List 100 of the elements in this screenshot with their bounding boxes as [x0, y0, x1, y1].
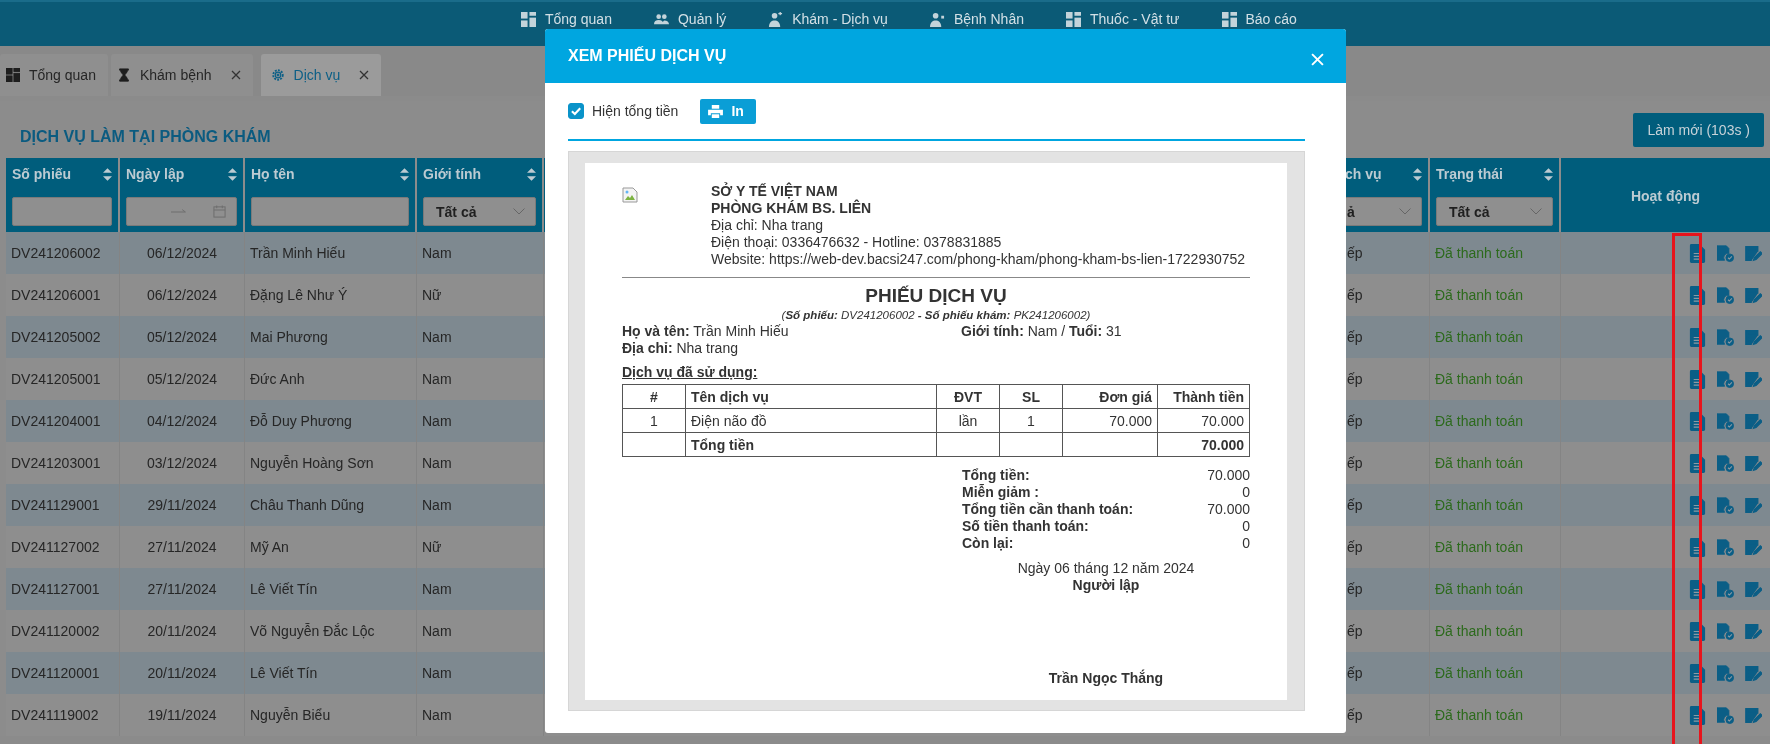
table-cell: Đã thanh toán	[1435, 581, 1523, 597]
table-cell: 05/12/2024	[146, 371, 218, 387]
table-cell: Nguyễn Biểu	[250, 707, 331, 723]
column-title: Số phiếu	[12, 166, 72, 182]
table-cell: 29/11/2024	[147, 497, 217, 513]
table-cell: DV241120001	[11, 665, 100, 681]
summary-label: Tổng tiền cần thanh toán:	[962, 501, 1134, 518]
table-cell: 27/11/2024	[147, 539, 217, 555]
table-cell: Trần Minh Hiếu	[250, 245, 346, 261]
table-cell: Mỹ An	[250, 539, 289, 555]
column-title: Họ tên	[251, 166, 295, 182]
column-title: Hoạt động	[1630, 188, 1701, 204]
table-cell: Đã thanh toán	[1435, 371, 1523, 387]
table-cell: DV241203001	[11, 455, 101, 471]
receipt-title: PHIẾU DỊCH VỤ	[864, 284, 1008, 307]
table-cell: 70.000	[1157, 432, 1250, 457]
table-cell: Nam	[422, 497, 452, 513]
letterhead-line: Điện thoại: 0336476632 - Hotline: 0378831885	[711, 234, 1003, 251]
table-cell: 19/11/2024	[147, 707, 217, 723]
summary-value: 70.000	[1207, 467, 1250, 484]
table-cell: ếp	[1347, 623, 1363, 639]
table-cell: Châu Thanh Dũng	[250, 497, 365, 513]
table-cell: ếp	[1347, 455, 1363, 471]
signer-title: Người lập	[1072, 577, 1140, 594]
table-header-cell: ĐVT	[936, 384, 1000, 409]
table-cell: 20/11/2024	[147, 623, 217, 639]
table-cell: Mai Phương	[250, 329, 328, 345]
table-cell: Nữ	[422, 287, 442, 303]
summary-value: 70.000	[1207, 501, 1250, 518]
table-cell: Nam	[422, 623, 452, 639]
summary-label: Tổng tiền:	[962, 467, 1030, 484]
table-cell: Nam	[422, 665, 452, 681]
summary-value: 0	[1242, 535, 1250, 552]
page-title: DỊCH VỤ LÀM TẠI PHÒNG KHÁM	[20, 127, 271, 146]
table-cell: Nguyễn Hoàng Sơn	[250, 455, 374, 471]
table-cell: Nam	[422, 245, 452, 261]
summary-value: 0	[1242, 518, 1250, 535]
table-cell: DV241206002	[11, 245, 101, 261]
table-cell: Nam	[422, 329, 452, 345]
gender-age: Giới tính: Nam / Tuổi: 31	[961, 323, 1122, 340]
table-header-cell: #	[622, 384, 686, 409]
table-cell: Điện não đồ	[685, 408, 937, 433]
table-cell: Đã thanh toán	[1435, 455, 1523, 471]
table-cell: ếp	[1347, 413, 1363, 429]
summary-label: Còn lại:	[962, 535, 1014, 552]
letterhead-line: SỞ Y TẾ VIỆT NAM	[711, 183, 839, 199]
table-cell: DV241127001	[11, 581, 100, 597]
table-cell: 27/11/2024	[147, 581, 217, 597]
table-cell: ếp	[1347, 497, 1363, 513]
table-cell: Đã thanh toán	[1435, 245, 1523, 261]
table-header-cell: SL	[999, 384, 1063, 409]
table-cell: Nam	[422, 707, 452, 723]
column-title: ch vụ	[1345, 166, 1382, 182]
table-cell: DV241205001	[11, 371, 101, 387]
table-cell: 1	[622, 408, 686, 433]
table-cell: 70.000	[1157, 408, 1250, 433]
table-cell: Đã thanh toán	[1435, 497, 1523, 513]
section-heading: Dịch vụ đã sử dụng:	[622, 364, 758, 380]
summary-label: Miễn giảm :	[962, 484, 1039, 501]
patient-name: Họ và tên: Trần Minh Hiếu	[622, 323, 790, 340]
table-cell: Nam	[422, 581, 452, 597]
table-cell: DV241119002	[11, 707, 99, 723]
column-title: Giới tính	[423, 166, 482, 182]
table-cell: lần	[936, 408, 1000, 433]
table-cell: Võ Nguyễn Đắc Lộc	[250, 623, 375, 639]
table-cell: ếp	[1347, 245, 1363, 261]
table-cell: 20/11/2024	[147, 665, 217, 681]
table-cell: 1	[999, 408, 1063, 433]
table-cell: Đã thanh toán	[1435, 539, 1523, 555]
table-cell: Nam	[422, 371, 452, 387]
table-header-cell: Thành tiền	[1157, 384, 1250, 409]
table-cell: Nam	[422, 413, 452, 429]
table-cell: DV241120002	[11, 623, 100, 639]
table-cell: 03/12/2024	[146, 455, 218, 471]
table-cell: Đã thanh toán	[1435, 287, 1523, 303]
table-cell: Lê Viết Tín	[250, 581, 318, 597]
table-cell: Nam	[422, 455, 452, 471]
table-cell: Đã thanh toán	[1435, 413, 1523, 429]
letterhead-line: Địa chỉ: Nha trang	[711, 217, 825, 234]
table-cell: ếp	[1347, 287, 1363, 303]
table-cell: Tổng tiền	[685, 432, 937, 457]
column-title: Trạng thái	[1436, 166, 1503, 182]
table-header-cell: Đơn giá	[1062, 384, 1158, 409]
table-cell: Đã thanh toán	[1435, 707, 1523, 723]
table-cell: DV241205002	[11, 329, 101, 345]
table-cell: DV241129001	[11, 497, 100, 513]
table-cell: 06/12/2024	[146, 287, 218, 303]
table-cell: ếp	[1347, 539, 1363, 555]
table-cell: Đã thanh toán	[1435, 665, 1523, 681]
table-cell: Đã thanh toán	[1435, 623, 1523, 639]
patient-address: Địa chỉ: Nha trang	[622, 340, 738, 357]
table-cell: 04/12/2024	[146, 413, 218, 429]
table-cell: Đỗ Duy Phương	[250, 413, 352, 429]
letterhead-line: Website: https://web-dev.bacsi247.com/phong-kham/phong-kham-bs-lien-1722930752	[711, 251, 1246, 268]
table-cell: 05/12/2024	[146, 329, 218, 345]
receipt-date: Ngày 06 tháng 12 năm 2024	[1017, 560, 1195, 577]
table-cell: DV241206001	[11, 287, 101, 303]
table-cell: 06/12/2024	[146, 245, 218, 261]
table-cell: ếp	[1347, 707, 1363, 723]
column-title: Ngày lập	[126, 166, 185, 182]
